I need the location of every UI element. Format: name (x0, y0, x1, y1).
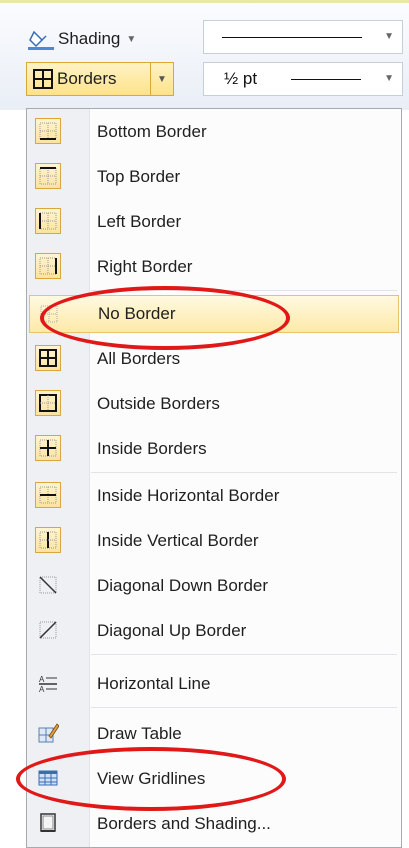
all-borders-icon (35, 345, 61, 371)
chevron-down-icon: ▼ (384, 73, 394, 84)
line-weight-dropdown[interactable]: ½ pt ▼ (203, 62, 403, 96)
menu-item-label: Bottom Border (97, 122, 207, 141)
menu-item-right-border[interactable]: Right Border (29, 248, 399, 286)
menu-item-borders-and-shading[interactable]: Borders and Shading... (29, 805, 399, 843)
menu-item-no-border[interactable]: No Border (29, 295, 399, 333)
svg-text:A: A (39, 685, 45, 693)
borders-and-shading-icon (35, 810, 61, 836)
paint-bucket-icon (28, 28, 54, 50)
menu-item-draw-table[interactable]: Draw Table (29, 715, 399, 753)
line-weight-preview (291, 79, 361, 80)
diagonal-up-border-icon (35, 617, 61, 643)
menu-item-left-border[interactable]: Left Border (29, 203, 399, 241)
shading-label: Shading (58, 29, 121, 48)
menu-item-bottom-border[interactable]: Bottom Border (29, 113, 399, 151)
menu-item-label: Draw Table (97, 724, 182, 743)
no-border-icon (36, 301, 62, 327)
menu-item-all-borders[interactable]: All Borders (29, 340, 399, 378)
line-style-dropdown[interactable]: ▼ (203, 20, 403, 54)
menu-item-inside-vertical-border[interactable]: Inside Vertical Border (29, 522, 399, 560)
all-borders-icon (33, 69, 53, 89)
ribbon-paragraph-group: Shading ▼ Borders ▼ ▼ ½ pt ▼ (0, 0, 409, 110)
menu-item-label: All Borders (97, 349, 181, 368)
top-border-icon (35, 163, 61, 189)
menu-item-label: Inside Vertical Border (97, 531, 259, 550)
line-weight-label: ½ pt (224, 69, 258, 88)
borders-label: Borders (57, 69, 117, 88)
menu-separator (91, 472, 397, 473)
view-gridlines-icon (35, 765, 61, 791)
menu-separator (91, 654, 397, 655)
inside-vertical-border-icon (35, 527, 61, 553)
ribbon-top-line (0, 0, 409, 3)
line-style-preview (222, 37, 362, 38)
menu-item-diagonal-down-border[interactable]: Diagonal Down Border (29, 567, 399, 605)
menu-item-label: Outside Borders (97, 394, 220, 413)
menu-separator (91, 707, 397, 708)
menu-item-inside-borders[interactable]: Inside Borders (29, 430, 399, 468)
chevron-down-icon: ▼ (126, 33, 137, 45)
menu-item-label: Horizontal Line (97, 674, 211, 693)
menu-item-label: View Gridlines (97, 769, 206, 788)
menu-item-label: No Border (98, 304, 176, 323)
menu-item-horizontal-line[interactable]: AA Horizontal Line (29, 665, 399, 703)
outside-borders-icon (35, 390, 61, 416)
menu-item-label: Left Border (97, 212, 182, 231)
menu-item-label: Diagonal Up Border (97, 621, 247, 640)
right-border-icon (35, 253, 61, 279)
menu-item-top-border[interactable]: Top Border (29, 158, 399, 196)
menu-item-label: Inside Borders (97, 439, 207, 458)
draw-table-icon (35, 720, 61, 746)
menu-item-label: Top Border (97, 167, 181, 186)
bottom-border-icon (35, 118, 61, 144)
menu-item-label: Diagonal Down Border (97, 576, 269, 595)
borders-dropdown-menu: Bottom Border Top Border Left Border Rig… (26, 108, 402, 848)
menu-item-label: Right Border (97, 257, 193, 276)
svg-text:A: A (39, 675, 45, 684)
borders-dropdown-arrow[interactable]: ▼ (150, 63, 173, 95)
menu-item-view-gridlines[interactable]: View Gridlines (29, 760, 399, 798)
inside-horizontal-border-icon (35, 482, 61, 508)
menu-item-inside-horizontal-border[interactable]: Inside Horizontal Border (29, 477, 399, 515)
menu-item-diagonal-up-border[interactable]: Diagonal Up Border (29, 612, 399, 650)
shading-button[interactable]: Shading ▼ (28, 24, 136, 54)
menu-item-label: Inside Horizontal Border (97, 486, 280, 505)
menu-item-label: Borders and Shading... (97, 814, 271, 833)
chevron-down-icon: ▼ (384, 31, 394, 42)
borders-button[interactable]: Borders ▼ (26, 62, 174, 96)
diagonal-down-border-icon (35, 572, 61, 598)
menu-item-outside-borders[interactable]: Outside Borders (29, 385, 399, 423)
left-border-icon (35, 208, 61, 234)
inside-borders-icon (35, 435, 61, 461)
horizontal-line-icon: AA (35, 670, 61, 696)
menu-separator (91, 290, 397, 291)
